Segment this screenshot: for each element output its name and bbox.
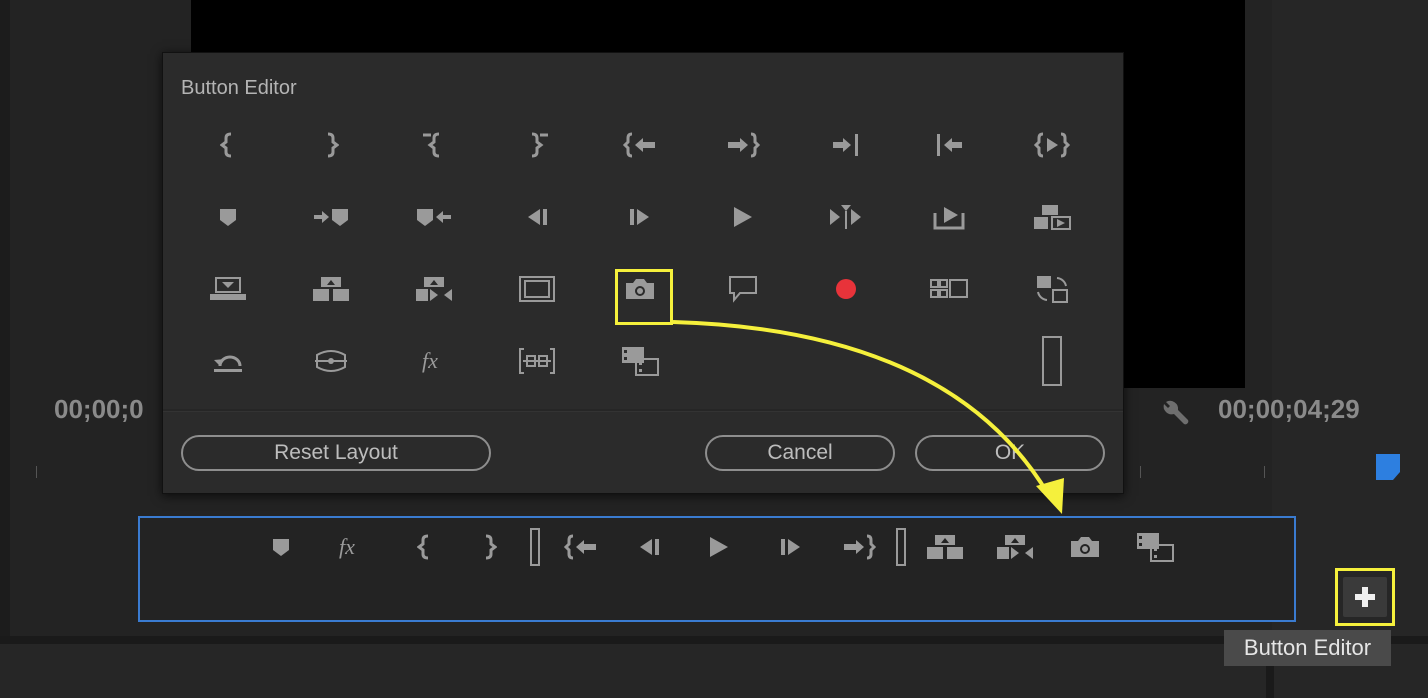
lift-icon[interactable] [185, 259, 271, 319]
dialog-title: Button Editor [181, 77, 297, 99]
add-marker-icon[interactable] [256, 524, 306, 570]
fx-icon[interactable]: fx [391, 331, 477, 391]
safe-margins-icon[interactable] [494, 259, 580, 319]
camera-highlight-box [615, 269, 673, 325]
camera-icon[interactable] [1060, 524, 1110, 570]
svg-text:fx: fx [339, 534, 355, 559]
transport-toolbar[interactable]: fx [138, 516, 1296, 622]
go-to-next-edit-icon[interactable] [803, 115, 889, 175]
spacer-icon[interactable] [1009, 331, 1095, 391]
button-editor-button[interactable] [1335, 568, 1395, 626]
dialog-separator [163, 409, 1123, 412]
overlay-icon[interactable] [391, 259, 477, 319]
cancel-button[interactable]: Cancel [705, 435, 895, 471]
go-to-previous-edit-icon[interactable] [906, 115, 992, 175]
play-icon[interactable] [694, 524, 744, 570]
multi-camera-icon[interactable] [906, 259, 992, 319]
go-to-next-marker-icon[interactable] [288, 187, 374, 247]
insert-icon[interactable] [920, 524, 970, 570]
record-icon[interactable] [803, 259, 889, 319]
mark-out-icon[interactable] [288, 115, 374, 175]
fx-icon[interactable]: fx [326, 524, 376, 570]
overlay-icon[interactable] [990, 524, 1040, 570]
go-to-out-icon[interactable] [700, 115, 786, 175]
clear-out-icon[interactable] [494, 115, 580, 175]
plus-icon [1343, 577, 1387, 617]
left-edge [0, 0, 10, 698]
go-to-previous-marker-icon[interactable] [391, 187, 477, 247]
bottom-panel [0, 644, 1428, 698]
play-icon[interactable] [700, 187, 786, 247]
insert-icon[interactable] [288, 259, 374, 319]
trim-icon[interactable] [494, 331, 580, 391]
mark-out-icon[interactable] [464, 524, 514, 570]
wrench-icon[interactable] [1160, 398, 1192, 428]
toggle-proxies-icon[interactable] [1009, 259, 1095, 319]
mark-in-icon[interactable] [185, 115, 271, 175]
export-frame-icon[interactable] [906, 187, 992, 247]
insert-clip-icon[interactable] [597, 331, 683, 391]
panel-divider [0, 636, 1428, 644]
loop-icon[interactable] [185, 331, 271, 391]
overwrite-icon[interactable] [1009, 187, 1095, 247]
insert-clip-icon[interactable] [1130, 524, 1180, 570]
go-to-in-icon[interactable] [556, 524, 606, 570]
comment-icon[interactable] [700, 259, 786, 319]
ok-button[interactable]: OK [915, 435, 1105, 471]
step-forward-icon[interactable] [766, 524, 816, 570]
spacer-icon[interactable] [876, 524, 926, 570]
play-in-to-out-icon[interactable] [1009, 115, 1095, 175]
playhead-marker-icon[interactable] [1376, 454, 1400, 480]
vr-video-icon[interactable] [288, 331, 374, 391]
play-around-icon[interactable] [803, 187, 889, 247]
mark-in-icon[interactable] [400, 524, 450, 570]
add-marker-icon[interactable] [185, 187, 271, 247]
svg-text:fx: fx [422, 348, 438, 373]
spacer-icon[interactable] [510, 524, 560, 570]
go-to-in-icon[interactable] [597, 115, 683, 175]
tooltip: Button Editor [1224, 630, 1391, 666]
duration-timecode: 00;00;04;29 [1218, 394, 1360, 424]
reset-layout-button[interactable]: Reset Layout [181, 435, 491, 471]
step-back-icon[interactable] [624, 524, 674, 570]
current-timecode[interactable]: 00;00;0 [54, 394, 144, 425]
clear-in-icon[interactable] [391, 115, 477, 175]
step-back-icon[interactable] [494, 187, 580, 247]
step-forward-icon[interactable] [597, 187, 683, 247]
